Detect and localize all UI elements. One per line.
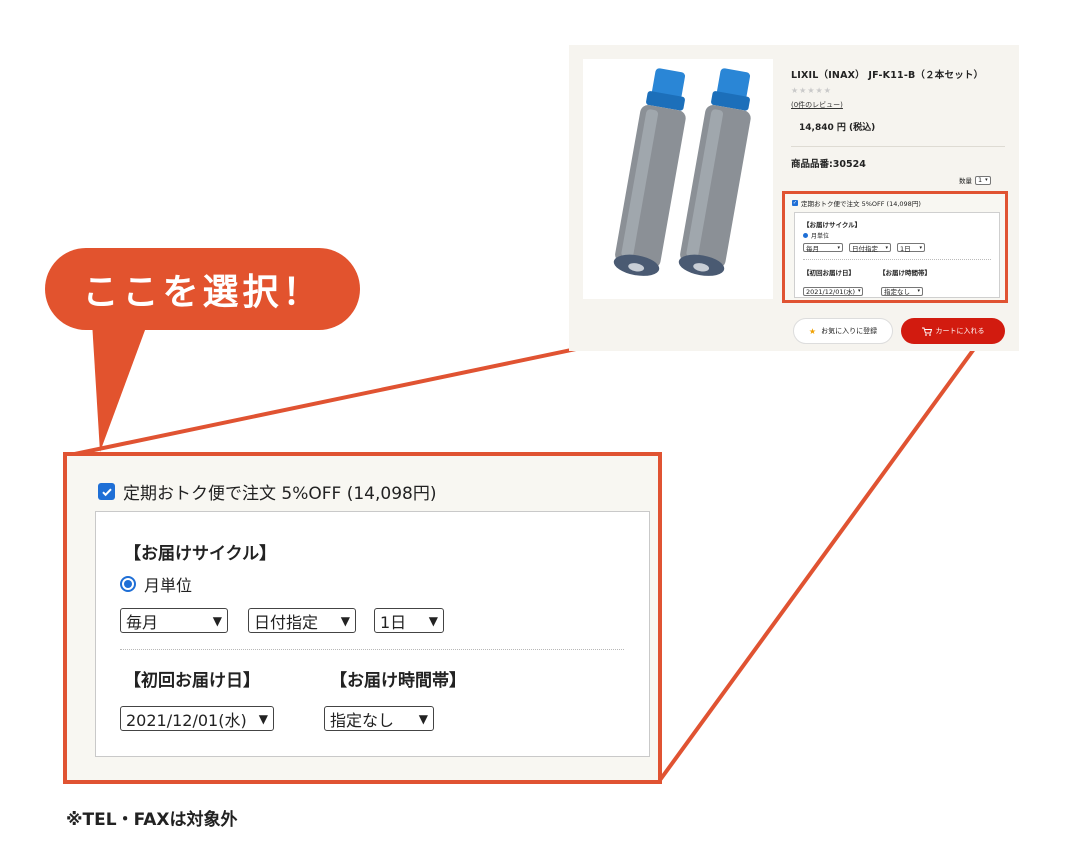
product-image [583,59,773,299]
quantity-value: 1 [978,176,983,184]
divider [791,146,1005,147]
quantity-control: 数量 1 ▾ [959,175,991,185]
callout-bubble: ここを選択！ [45,248,360,330]
subscription-checkbox[interactable]: 定期おトク便で注文 5%OFF (14,098円) [98,479,436,504]
cart-label: カートに入れる [935,327,985,335]
delivery-cycle-heading: 【お届けサイクル】 [124,544,277,564]
subscription-options-zoom: 定期おトク便で注文 5%OFF (14,098円) 【お届けサイクル】 月単位 … [63,452,662,784]
add-to-cart-button[interactable]: カートに入れる [901,318,1005,344]
filter-cartridges-image [613,68,751,276]
mini-date-mode-value: 日付指定 [852,244,878,253]
star-icon: ★ [808,326,817,336]
first-delivery-date-select[interactable]: 2021/12/01(水) ▼ [120,706,274,731]
mini-day-select[interactable]: 1日 ▾ [897,243,925,253]
chevron-down-icon: ▾ [885,244,888,251]
chevron-down-icon: ▼ [212,613,222,628]
chevron-down-icon: ▾ [837,244,840,251]
delivery-time-select[interactable]: 指定なし ▼ [324,706,434,731]
mini-time-value: 指定なし [884,288,910,296]
chevron-down-icon: ▾ [858,288,861,294]
delivery-time-value: 指定なし [330,710,395,730]
mini-time-wrap: 指定なし ▾ [881,279,923,298]
radio-selected-icon [120,576,136,592]
checkbox-checked-icon [98,483,115,500]
mini-dotted-divider [803,259,991,260]
mini-first-delivery-select[interactable]: 2021/12/01(水) ▾ [803,286,863,296]
chevron-down-icon: ▼ [428,613,438,628]
mini-day-value: 1日 [900,244,911,253]
product-price: 14,840 円 (税込) [799,123,876,133]
product-title: LIXIL（INAX） JF-K11-B（２本セット） [791,70,984,81]
mini-subscription-box: ✓ 定期おトク便で注文 5%OFF (14,098円) 【お届けサイクル】 月単… [782,191,1008,303]
mini-cycle-heading: 【お届けサイクル】 [803,221,862,229]
day-value: 1日 [380,612,407,632]
rating-stars: ★★★★★ [791,86,832,95]
mini-date-mode-select[interactable]: 日付指定 ▾ [849,243,891,253]
dotted-divider [120,649,624,650]
callout-text: ここを選択！ [82,272,323,313]
mini-radio-monthly[interactable]: 月単位 [803,231,829,240]
mini-subscription-checkbox[interactable]: ✓ 定期おトク便で注文 5%OFF (14,098円) [792,198,921,208]
day-select[interactable]: 1日 ▼ [374,608,444,633]
mini-cycle-selects: 毎月 ▾ 日付指定 ▾ 1日 ▾ [803,243,925,253]
frequency-select[interactable]: 毎月 ▼ [120,608,228,633]
first-delivery-date-value: 2021/12/01(水) [126,710,247,730]
chevron-down-icon: ▼ [418,711,428,726]
mini-first-delivery-heading: 【初回お届け日】 [803,269,855,277]
chevron-down-icon: ▾ [985,177,988,183]
chevron-down-icon: ▼ [258,711,268,726]
first-delivery-heading: 【初回お届け日】 [124,671,260,691]
radio-selected-icon [803,233,808,238]
frequency-value: 毎月 [126,612,159,632]
radio-monthly-label: 月単位 [144,576,193,595]
chevron-down-icon: ▾ [917,288,920,294]
product-code: 商品品番:30524 [791,159,866,170]
product-panel: LIXIL（INAX） JF-K11-B（２本セット） ★★★★★ (0件のレビ… [569,45,1019,351]
quantity-select[interactable]: 1 ▾ [975,175,991,185]
chevron-down-icon: ▾ [919,244,922,251]
subscription-checkbox-label: 定期おトク便で注文 5%OFF (14,098円) [123,484,437,504]
mini-time-select[interactable]: 指定なし ▾ [881,286,923,296]
add-to-favorites-button[interactable]: ★ お気に入りに登録 [793,318,893,344]
date-mode-select[interactable]: 日付指定 ▼ [248,608,356,633]
mini-checkbox-label: 定期おトク便で注文 5%OFF (14,098円) [801,200,921,208]
review-link[interactable]: (0件のレビュー) [791,100,843,110]
mini-radio-label: 月単位 [811,233,830,240]
mini-frequency-select[interactable]: 毎月 ▾ [803,243,843,253]
mini-frequency-value: 毎月 [806,244,819,253]
cart-icon [921,327,932,336]
subscription-options-panel: 【お届けサイクル】 月単位 毎月 ▼ 日付指定 ▼ 1日 ▼ 【初回お届け日】 … [95,511,650,757]
mini-first-delivery-wrap: 2021/12/01(水) ▾ [803,279,863,298]
quantity-label: 数量 [959,177,972,185]
favorites-label: お気に入りに登録 [821,327,878,335]
footnote: ※TEL・FAXは対象外 [66,810,238,830]
mini-first-delivery-value: 2021/12/01(水) [806,288,856,296]
mini-options-panel: 【お届けサイクル】 月単位 毎月 ▾ 日付指定 ▾ 1日 ▾ 【初回お届け日】 … [794,212,1000,298]
radio-monthly[interactable]: 月単位 [120,572,192,596]
mini-time-heading: 【お届け時間帯】 [879,269,931,277]
checkbox-checked-icon: ✓ [792,200,798,206]
chevron-down-icon: ▼ [340,613,350,628]
delivery-time-heading: 【お届け時間帯】 [330,671,466,691]
date-mode-value: 日付指定 [254,612,319,632]
